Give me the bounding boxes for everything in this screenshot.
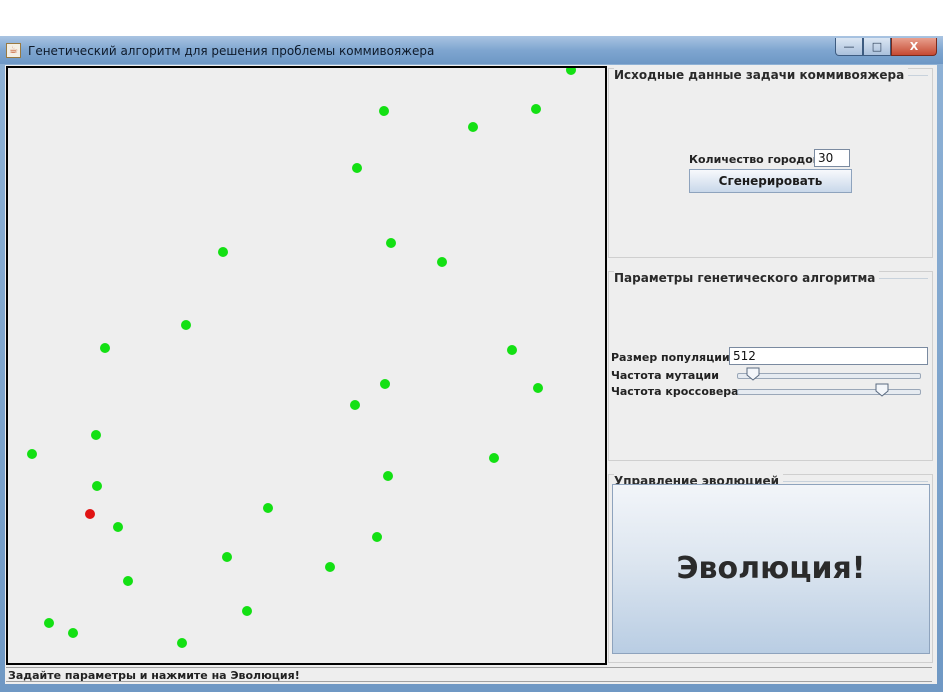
start-city-dot — [85, 509, 95, 519]
evolution-panel: Управление эволюцией Эволюция! — [608, 474, 933, 663]
minimize-button[interactable]: — — [835, 38, 863, 56]
status-bar: Задайте параметры и нажмите на Эволюция! — [6, 667, 932, 682]
generate-button[interactable]: Сгенерировать — [689, 169, 852, 193]
mutation-slider-thumb[interactable] — [746, 367, 760, 381]
city-dot — [91, 430, 101, 440]
window-controls: — □ X — [835, 38, 937, 58]
city-dot — [437, 257, 447, 267]
crossover-slider-thumb[interactable] — [875, 383, 889, 397]
cities-canvas[interactable] — [6, 66, 607, 665]
cities-count-label: Количество городов: — [689, 153, 825, 166]
city-dot — [379, 106, 389, 116]
crossover-slider-track — [737, 389, 921, 395]
city-dot — [177, 638, 187, 648]
crossover-label: Частота кроссовера — [611, 385, 739, 398]
task-panel-title: Исходные данные задачи коммивояжера — [614, 68, 909, 82]
crossover-slider[interactable] — [737, 383, 921, 399]
ga-panel-title: Параметры генетического алгоритма — [614, 271, 880, 285]
city-dot — [68, 628, 78, 638]
city-dot — [468, 122, 478, 132]
evolve-button[interactable]: Эволюция! — [612, 484, 930, 654]
city-dot — [352, 163, 362, 173]
cities-count-input[interactable] — [814, 149, 850, 167]
city-dot — [380, 379, 390, 389]
city-dot — [566, 68, 576, 75]
client-area: Исходные данные задачи коммивояжера Коли… — [5, 65, 937, 684]
population-input[interactable] — [729, 347, 928, 365]
close-button[interactable]: X — [891, 38, 937, 56]
java-cup-icon: ☕ — [6, 43, 21, 58]
city-dot — [242, 606, 252, 616]
population-label: Размер популяции — [611, 351, 730, 364]
city-dot — [386, 238, 396, 248]
city-dot — [383, 471, 393, 481]
city-dot — [100, 343, 110, 353]
city-dot — [222, 552, 232, 562]
title-bar[interactable]: ☕ Генетический алгоритм для решения проб… — [0, 36, 943, 64]
app-window: ☕ Генетический алгоритм для решения проб… — [0, 36, 943, 692]
maximize-button[interactable]: □ — [863, 38, 891, 56]
city-dot — [507, 345, 517, 355]
ga-panel: Параметры генетического алгоритма Размер… — [608, 271, 933, 461]
city-dot — [325, 562, 335, 572]
city-dot — [489, 453, 499, 463]
city-dot — [181, 320, 191, 330]
city-dot — [113, 522, 123, 532]
city-dot — [350, 400, 360, 410]
city-dot — [92, 481, 102, 491]
window-title: Генетический алгоритм для решения пробле… — [28, 44, 435, 58]
city-dot — [372, 532, 382, 542]
city-dot — [533, 383, 543, 393]
task-panel: Исходные данные задачи коммивояжера Коли… — [608, 68, 933, 258]
mutation-label: Частота мутации — [611, 369, 719, 382]
city-dot — [27, 449, 37, 459]
city-dot — [123, 576, 133, 586]
city-dot — [531, 104, 541, 114]
city-dot — [218, 247, 228, 257]
mutation-slider-track — [737, 373, 921, 379]
city-dot — [263, 503, 273, 513]
mutation-slider[interactable] — [737, 367, 921, 383]
city-dot — [44, 618, 54, 628]
